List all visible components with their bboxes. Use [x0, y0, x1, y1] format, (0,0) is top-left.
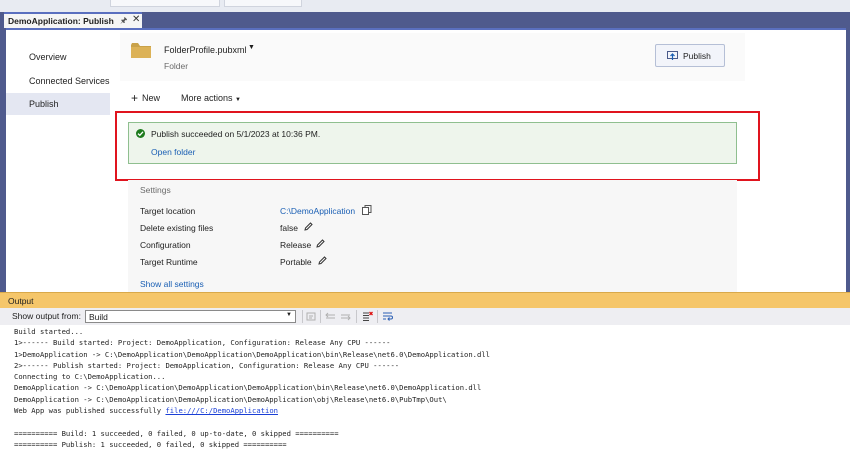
- folder-icon: [131, 43, 151, 58]
- toolbar-separator: [320, 310, 321, 323]
- clear-all-icon[interactable]: [362, 311, 373, 322]
- publish-button[interactable]: Publish: [655, 44, 725, 67]
- go-to-next-icon[interactable]: [340, 311, 351, 322]
- chevron-down-icon: ▼: [286, 312, 292, 318]
- show-output-from-label: Show output from:: [12, 311, 81, 321]
- show-all-settings-link[interactable]: Show all settings: [140, 279, 204, 289]
- setting-value-configuration: Release: [280, 240, 312, 250]
- output-header: Output: [0, 292, 850, 308]
- document-tab[interactable]: DemoApplication: Publish 🖈 ✕: [4, 12, 142, 28]
- new-button-label: New: [142, 93, 161, 103]
- find-message-icon[interactable]: [306, 311, 317, 322]
- new-button[interactable]: + New: [131, 91, 160, 105]
- chevron-down-icon[interactable]: ▼: [248, 44, 255, 51]
- profile-type: Folder: [164, 61, 189, 71]
- top-strip-tab: [224, 0, 302, 7]
- pencil-icon[interactable]: [316, 239, 325, 248]
- nav-item-label: Connected Services: [29, 76, 110, 86]
- output-line: DemoApplication -> C:\DemoApplication\De…: [14, 383, 482, 393]
- more-actions-label: More actions: [181, 93, 233, 103]
- document-tab-title: DemoApplication: Publish: [8, 16, 114, 26]
- output-source-select[interactable]: Build ▼: [85, 310, 296, 323]
- close-icon[interactable]: ✕: [132, 14, 140, 25]
- top-strip: [0, 0, 850, 12]
- go-to-previous-icon[interactable]: [325, 311, 336, 322]
- published-location-link[interactable]: file:///C:/DemoApplication: [165, 406, 278, 415]
- settings-title: Settings: [140, 185, 171, 195]
- profile-name[interactable]: FolderProfile.pubxml: [164, 45, 247, 55]
- more-actions-button[interactable]: More actions ▼: [181, 93, 241, 103]
- output-summary-line: ========== Build: 1 succeeded, 0 failed,…: [14, 428, 339, 438]
- pencil-icon[interactable]: [318, 256, 327, 265]
- toolbar-separator: [356, 310, 357, 323]
- setting-value-target-runtime: Portable: [280, 257, 312, 267]
- output-title: Output: [8, 296, 34, 306]
- settings-panel: [128, 180, 737, 292]
- publish-button-label: Publish: [683, 51, 711, 61]
- setting-value-target-location[interactable]: C:\DemoApplication: [280, 206, 355, 216]
- setting-label-delete-existing-files: Delete existing files: [140, 223, 214, 233]
- output-line: Build started...: [14, 327, 84, 336]
- plus-icon: +: [131, 91, 139, 105]
- highlight-box: [115, 111, 760, 181]
- nav-item-label: Overview: [29, 52, 67, 62]
- setting-label-configuration: Configuration: [140, 240, 191, 250]
- nav-item-connected-services[interactable]: Connected Services: [6, 70, 110, 92]
- output-summary-line: ========== Publish: 1 succeeded, 0 faile…: [14, 439, 287, 449]
- publish-icon: [667, 51, 678, 60]
- profile-card: [120, 33, 745, 81]
- word-wrap-icon[interactable]: [382, 311, 393, 322]
- tab-underline: [0, 28, 850, 30]
- nav-item-overview[interactable]: Overview: [6, 46, 110, 68]
- output-line: 2>------ Publish started: Project: DemoA…: [14, 360, 400, 370]
- setting-label-target-location: Target location: [140, 206, 196, 216]
- output-line: Connecting to C:\DemoApplication...: [14, 372, 166, 382]
- window-right-edge: [846, 28, 850, 292]
- output-source-value: Build: [89, 312, 108, 322]
- pin-icon[interactable]: 🖈: [120, 15, 127, 29]
- toolbar-separator: [302, 310, 303, 323]
- setting-label-target-runtime: Target Runtime: [140, 257, 198, 267]
- output-line: DemoApplication -> C:\DemoApplication\De…: [14, 394, 447, 404]
- top-strip-tab: [110, 0, 220, 7]
- toolbar-separator: [377, 310, 378, 323]
- output-line: 1>DemoApplication -> C:\DemoApplication\…: [14, 349, 490, 359]
- output-line: 1>------ Build started: Project: DemoApp…: [14, 338, 391, 348]
- nav-item-publish[interactable]: Publish: [6, 93, 110, 115]
- copy-icon[interactable]: [362, 205, 372, 215]
- pencil-icon[interactable]: [304, 222, 313, 231]
- setting-value-delete-existing-files: false: [280, 223, 298, 233]
- chevron-down-icon: ▼: [235, 97, 241, 103]
- output-text[interactable]: Build started... 1>------ Build started:…: [14, 326, 490, 450]
- nav-item-label: Publish: [29, 99, 59, 109]
- output-line: Web App was published successfully: [14, 406, 166, 416]
